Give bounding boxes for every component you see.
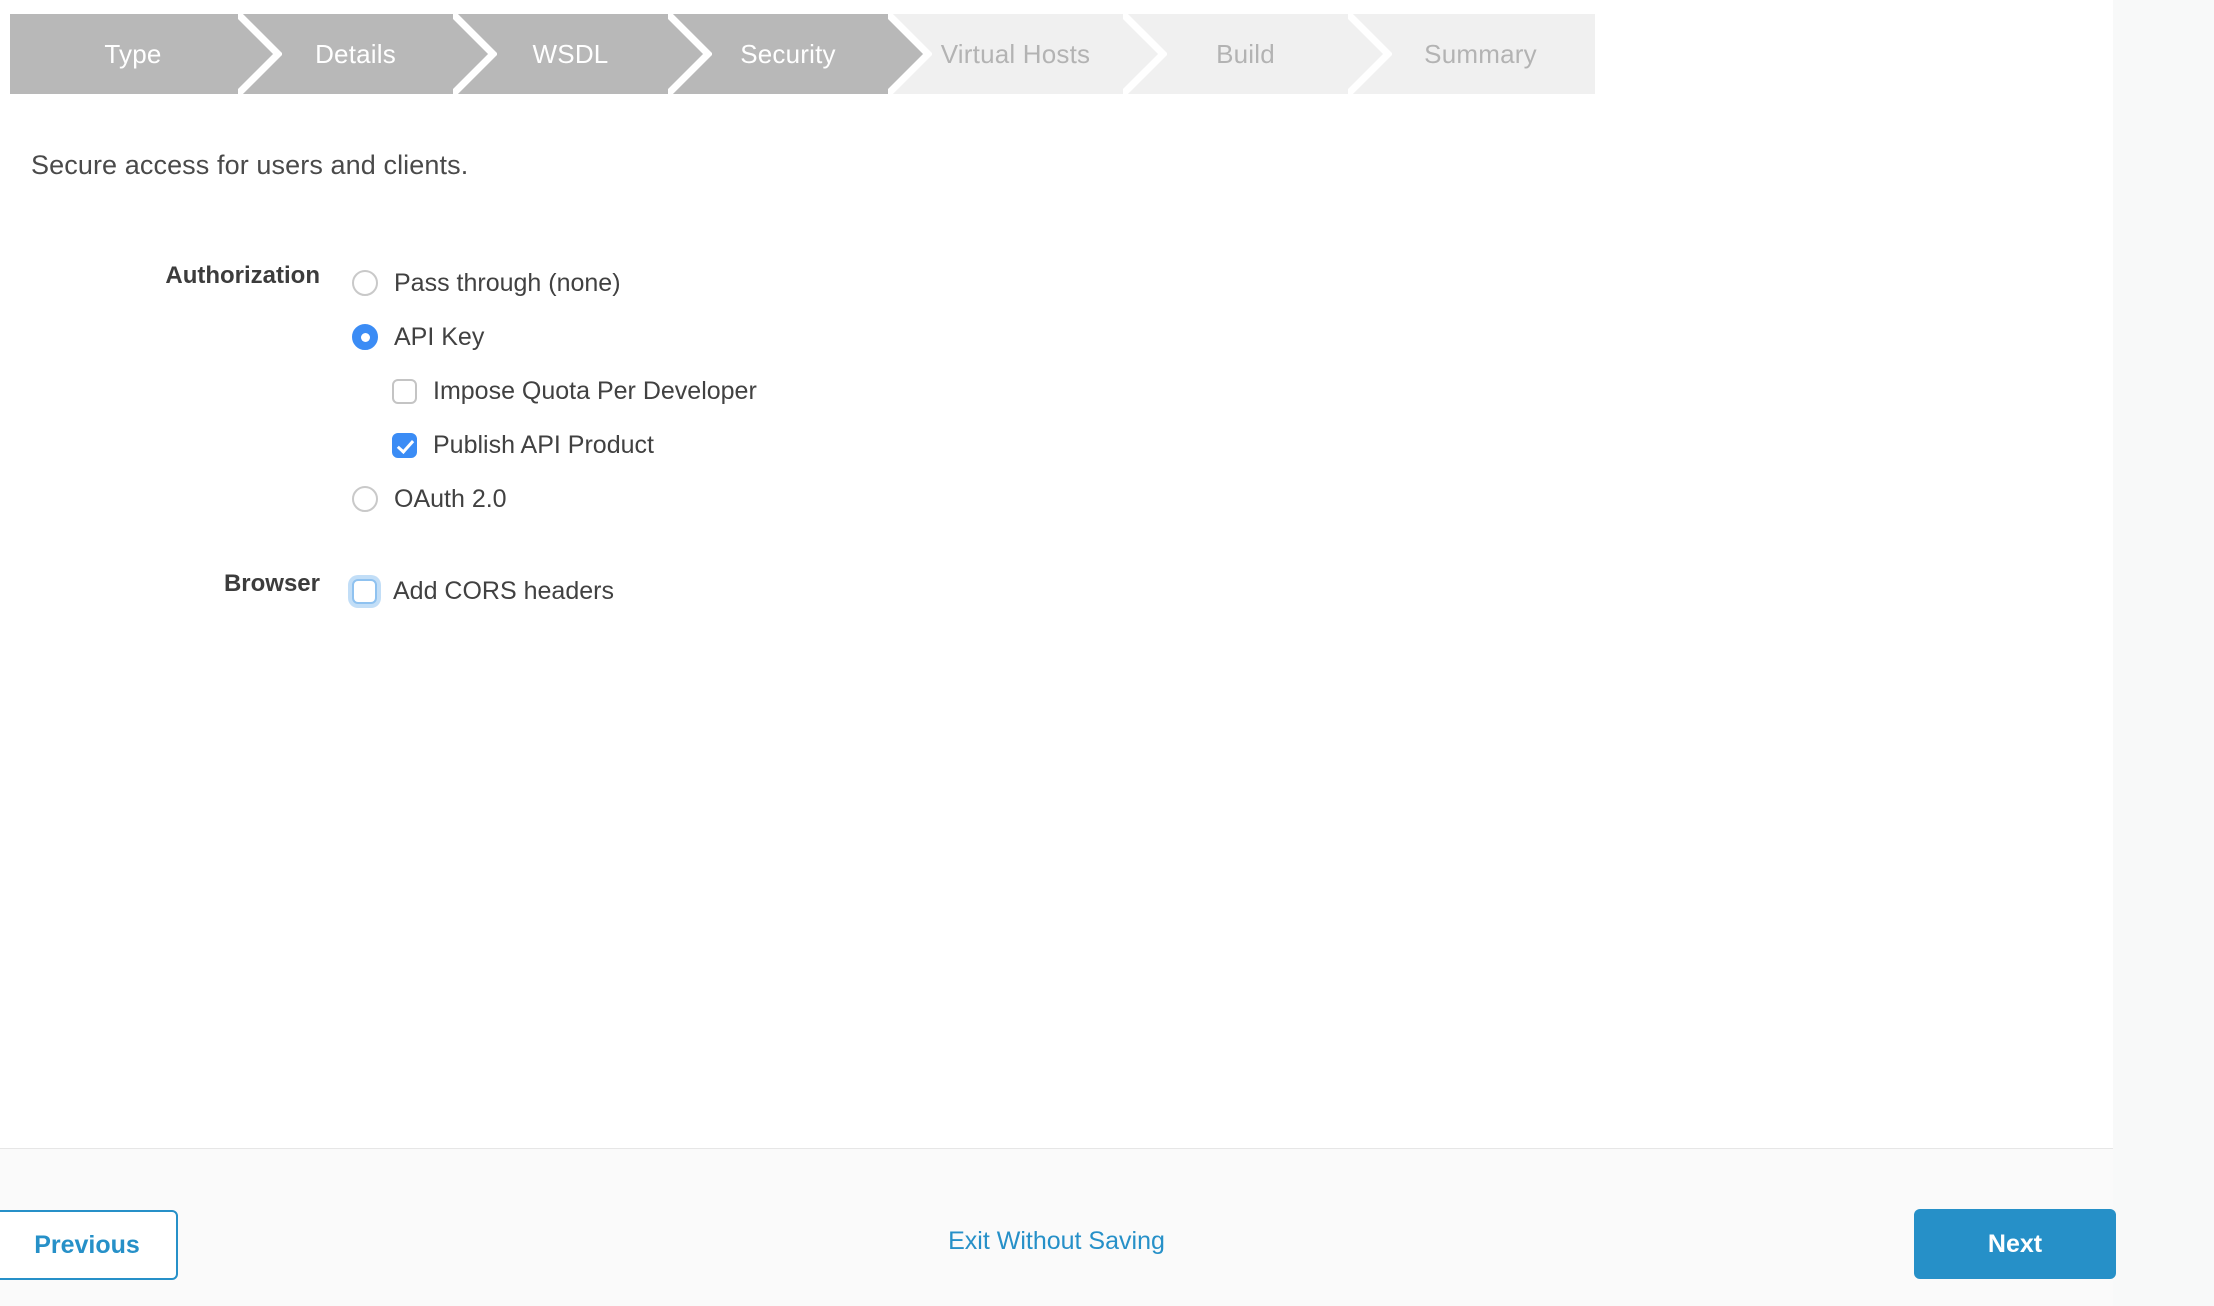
step-label: Type: [104, 38, 162, 69]
wizard-step-security[interactable]: Security: [670, 14, 932, 94]
previous-button[interactable]: Previous: [0, 1210, 178, 1280]
option-label: Pass through (none): [394, 268, 621, 297]
option-oauth-2-0[interactable]: OAuth 2.0: [352, 472, 2113, 526]
option-impose-quota-per-developer[interactable]: Impose Quota Per Developer: [352, 364, 2113, 418]
radio-pass-through-none[interactable]: [352, 270, 378, 296]
exit-without-saving-link[interactable]: Exit Without Saving: [948, 1227, 1165, 1256]
step-label: Summary: [1424, 38, 1537, 69]
wizard-step-summary[interactable]: Summary: [1350, 14, 1595, 94]
radio-api-key[interactable]: [352, 324, 378, 350]
option-pass-through-none[interactable]: Pass through (none): [352, 256, 2113, 310]
option-api-key[interactable]: API Key: [352, 310, 2113, 364]
step-label: Virtual Hosts: [940, 38, 1091, 69]
option-label: API Key: [394, 322, 485, 351]
page-intro-text: Secure access for users and clients.: [31, 150, 469, 180]
wizard-footer: Previous Exit Without Saving: [0, 1148, 2113, 1306]
authorization-options: Pass through (none) API Key Impose Quota P…: [320, 256, 2113, 526]
step-label: WSDL: [532, 38, 609, 69]
wizard-step-wsdl[interactable]: WSDL: [455, 14, 712, 94]
checkbox-add-cors-headers[interactable]: [352, 578, 377, 604]
step-label: Details: [315, 38, 396, 69]
option-label: Publish API Product: [433, 430, 654, 459]
field-row-authorization: Authorization Pass through (none) API Key…: [0, 256, 2113, 526]
next-button[interactable]: Next: [1914, 1209, 2116, 1279]
step-label: Build: [1216, 38, 1275, 69]
authorization-label: Authorization: [165, 262, 320, 289]
checkbox-publish-api-product[interactable]: [392, 432, 417, 458]
wizard-step-trail: Type Details WSDL Security Virtual Hosts Buil…: [10, 14, 2080, 94]
row-spacer: [0, 526, 2113, 564]
option-publish-api-product[interactable]: Publish API Product: [352, 418, 2113, 472]
security-form: Authorization Pass through (none) API Key…: [0, 256, 2113, 618]
option-label: OAuth 2.0: [394, 484, 507, 513]
wizard-step-build[interactable]: Build: [1125, 14, 1392, 94]
checkbox-impose-quota-per-developer[interactable]: [392, 378, 417, 404]
browser-options: Add CORS headers: [320, 564, 2113, 618]
option-label: Impose Quota Per Developer: [433, 376, 757, 405]
browser-label: Browser: [223, 570, 320, 597]
wizard-panel: Type Details WSDL Security Virtual Hosts Buil…: [0, 0, 2116, 1306]
radio-oauth-2-0[interactable]: [352, 486, 378, 512]
wizard-step-details[interactable]: Details: [240, 14, 497, 94]
wizard-step-type[interactable]: Type: [10, 14, 282, 94]
field-row-browser: Browser Add CORS headers: [0, 564, 2113, 618]
option-label: Add CORS headers: [393, 576, 614, 605]
option-add-cors-headers[interactable]: Add CORS headers: [352, 564, 2113, 618]
step-label: Security: [740, 38, 836, 69]
wizard-screen: Type Details WSDL Security Virtual Hosts Buil…: [0, 0, 2214, 1306]
